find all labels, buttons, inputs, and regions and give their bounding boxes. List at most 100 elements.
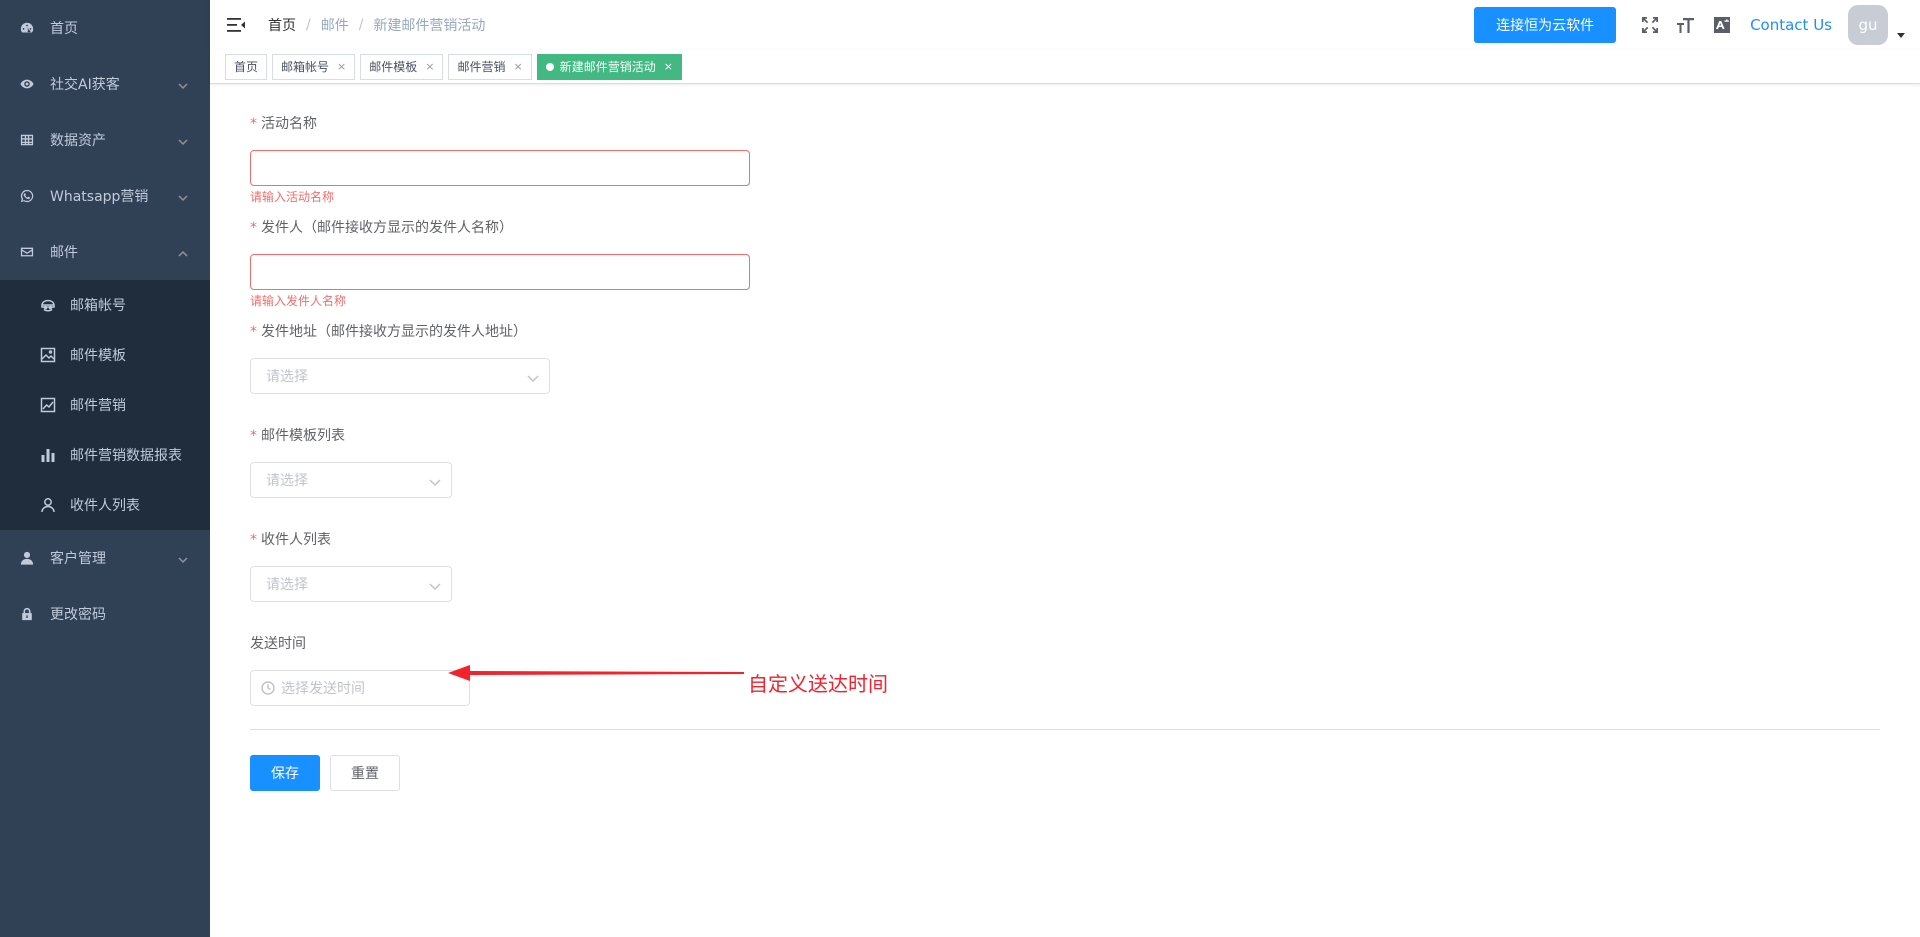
sidebar-item-label: 社交AI获客 [50,77,120,93]
close-icon[interactable]: × [425,55,434,79]
chart-line-icon [40,397,56,413]
sidebar-item-recipient-list[interactable]: 收件人列表 [0,480,210,530]
chevron-down-icon [527,371,539,383]
bar-chart-icon [40,447,56,463]
reset-button[interactable]: 重置 [330,755,400,791]
chevron-up-icon [178,247,188,257]
template-list-select[interactable]: 请选择 [250,462,452,498]
close-icon[interactable]: × [337,55,346,79]
hamburger-icon[interactable] [226,15,246,35]
close-icon[interactable]: × [514,55,523,79]
sidebar-item-label: 邮件 [50,245,78,261]
tags-view: 首页 邮箱帐号 × 邮件模板 × 邮件营销 × 新建邮件营销活动 × [210,50,1920,84]
campaign-name-error: 请输入活动名称 [250,190,335,204]
label-text: 发件地址（邮件接收方显示的发件人地址） [261,324,527,340]
sidebar-item-label: 更改密码 [50,607,106,623]
chevron-down-icon [178,135,188,146]
campaign-name-input[interactable] [250,150,750,186]
sidebar-item-label: 收件人列表 [70,498,140,514]
connect-software-button[interactable]: 连接恒为云软件 [1474,7,1617,43]
chevron-down-icon [429,579,441,591]
font-size-icon[interactable] [1675,14,1697,36]
required-mark: * [250,116,257,132]
tag-new-campaign[interactable]: 新建邮件营销活动 × [536,53,682,80]
label-text: 邮件模板列表 [261,428,345,444]
sender-name-input[interactable] [250,254,750,290]
sidebar-item-whatsapp[interactable]: Whatsapp营销 [0,168,210,224]
sidebar-item-mail-templates[interactable]: 邮件模板 [0,330,210,380]
label-text: 活动名称 [261,116,317,132]
caret-down-icon[interactable] [1896,28,1906,38]
form-label-send-time: 发送时间 [250,633,306,653]
campaign-form: * 活动名称 请输入活动名称 * 发件人（邮件接收方显示的发件人名称） 请输入发件人… [210,84,1920,937]
avatar[interactable]: gu [1848,5,1888,45]
select-placeholder: 请选择 [266,369,308,385]
form-label-sender-name: * 发件人（邮件接收方显示的发件人名称） [250,217,513,237]
tag-label: 邮箱帐号 [281,59,330,74]
tag-label: 邮件营销 [457,59,506,74]
sidebar-item-social-ai[interactable]: 社交AI获客 [0,56,210,112]
sidebar-item-mail[interactable]: 邮件 [0,224,210,280]
sidebar-item-mail-reports[interactable]: 邮件营销数据报表 [0,430,210,480]
tag-label: 邮件模板 [369,59,418,74]
breadcrumb: 首页 / 邮件 / 新建邮件营销活动 [268,15,485,35]
required-mark: * [250,532,257,548]
save-button[interactable]: 保存 [250,755,320,791]
sidebar: 首页 社交AI获客 数据资产 Whatsapp营销 邮件 邮箱帐号 邮件模板 邮… [0,0,210,937]
form-divider [250,729,1880,730]
sidebar-item-label: 客户管理 [50,551,106,567]
sidebar-item-change-password[interactable]: 更改密码 [0,586,210,642]
table-icon [20,133,34,147]
label-text: 发送时间 [250,636,306,652]
top-navbar: 首页 / 邮件 / 新建邮件营销活动 连接恒为云软件 Contact Us gu [210,0,1920,50]
dashboard-icon [20,21,34,35]
form-label-recipient-list: * 收件人列表 [250,529,331,549]
tag-mail-templates[interactable]: 邮件模板 × [360,53,444,80]
required-mark: * [250,220,257,236]
fullscreen-icon[interactable] [1639,14,1661,36]
required-mark: * [250,324,257,340]
form-label-campaign-name: * 活动名称 [250,113,317,133]
sidebar-item-label: 邮件模板 [70,348,126,364]
tag-label: 新建邮件营销活动 [559,59,656,74]
select-placeholder: 请选择 [266,473,308,489]
sidebar-item-label: 邮箱帐号 [70,298,126,314]
whatsapp-icon [20,189,34,203]
active-dot-icon [545,62,554,71]
form-label-template-list: * 邮件模板列表 [250,425,345,445]
sidebar-item-mailbox-accounts[interactable]: 邮箱帐号 [0,280,210,330]
image-icon [40,347,56,363]
sidebar-item-home[interactable]: 首页 [0,0,210,56]
select-placeholder: 请选择 [266,577,308,593]
sidebar-item-label: 邮件营销数据报表 [70,448,182,464]
sidebar-item-mail-marketing[interactable]: 邮件营销 [0,380,210,430]
form-label-sender-address: * 发件地址（邮件接收方显示的发件人地址） [250,321,527,341]
header-actions: 连接恒为云软件 Contact Us gu [1474,0,1920,50]
chevron-down-icon [178,79,188,90]
breadcrumb-item[interactable]: 首页 [268,15,296,35]
close-icon[interactable]: × [664,55,673,79]
clock-icon [261,681,275,695]
contact-us-link[interactable]: Contact Us [1750,16,1832,34]
sidebar-item-data-assets[interactable]: 数据资产 [0,112,210,168]
tag-home[interactable]: 首页 [225,53,268,80]
breadcrumb-separator: / [358,17,364,33]
time-placeholder: 选择发送时间 [281,681,365,697]
tag-mail-marketing[interactable]: 邮件营销 × [448,53,532,80]
chevron-down-icon [178,191,188,202]
sidebar-item-label: Whatsapp营销 [50,189,149,205]
send-time-picker[interactable]: 选择发送时间 [250,670,470,706]
breadcrumb-separator: / [306,17,311,33]
tag-label: 首页 [234,59,259,74]
translate-icon[interactable] [1711,14,1733,36]
sender-name-error: 请输入发件人名称 [250,294,347,308]
recipient-list-select[interactable]: 请选择 [250,566,452,602]
annotation-arrow-icon [448,665,744,681]
sidebar-item-label: 邮件营销 [70,398,126,414]
tag-mailbox-accounts[interactable]: 邮箱帐号 × [272,53,356,80]
label-text: 收件人列表 [261,532,331,548]
chevron-down-icon [429,475,441,487]
mail-icon [20,245,34,259]
sidebar-item-customer-management[interactable]: 客户管理 [0,530,210,586]
sender-address-select[interactable]: 请选择 [250,358,550,394]
